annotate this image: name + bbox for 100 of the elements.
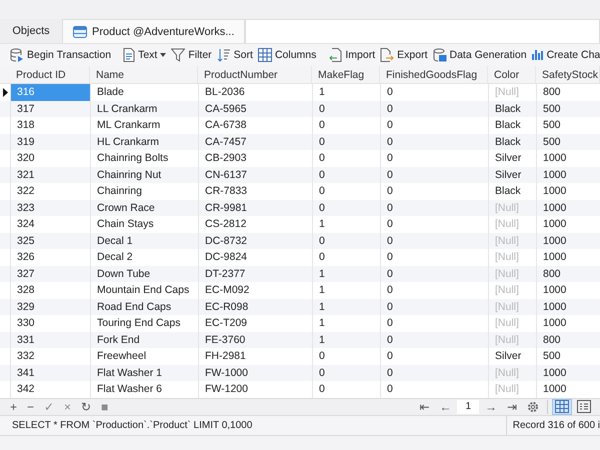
table-cell: 0 (381, 134, 489, 150)
database-icon (10, 48, 24, 62)
table-cell: 500 (537, 100, 600, 117)
toolbar-button[interactable]: Columns (256, 48, 318, 62)
table-cell: 325 (11, 232, 91, 249)
table-cell: 317 (11, 100, 91, 117)
table-cell: 0 (381, 364, 489, 381)
table-cell: 0 (381, 100, 489, 117)
table-cell: [Null] (489, 332, 537, 348)
toolbar-button[interactable]: Create Cha (530, 48, 600, 62)
export-icon (380, 48, 394, 62)
grid-icon (258, 48, 272, 62)
table-cell: 319 (11, 134, 91, 150)
toolbar-button[interactable]: Sort (214, 48, 255, 62)
pager-button[interactable]: ⇥ (503, 400, 521, 414)
table-cell: 1000 (537, 232, 600, 249)
record-button[interactable]: + (6, 400, 22, 414)
table-cell: 1000 (537, 200, 600, 216)
sort-icon (216, 48, 231, 62)
column-header[interactable]: Color (488, 66, 536, 83)
table-cell: CA-7457 (199, 134, 313, 150)
column-header[interactable]: Name (90, 66, 198, 83)
table-cell: 327 (11, 266, 91, 282)
document-icon (123, 48, 136, 62)
table-cell: 0 (313, 134, 381, 150)
table-cell: 316 (11, 84, 91, 100)
table-cell: 0 (313, 166, 381, 183)
table-cell: 0 (381, 200, 489, 216)
table-cell: EC-R098 (199, 298, 313, 315)
table-cell: 1000 (537, 166, 600, 183)
toolbar-button[interactable]: Filter (169, 48, 214, 62)
record-count: Record 316 of 600 i (512, 420, 600, 430)
table-cell: [Null] (489, 364, 537, 381)
table-cell: 1 (313, 332, 381, 348)
tab[interactable]: Objects (0, 19, 63, 43)
column-header[interactable]: MakeFlag (312, 66, 380, 83)
table-cell: 0 (381, 232, 489, 249)
table-cell: DC-8732 (199, 232, 313, 249)
column-header[interactable]: SafetyStock (536, 66, 600, 83)
table-cell: LL Crankarm (91, 100, 199, 117)
table-cell: 341 (11, 364, 91, 381)
column-header[interactable]: FinishedGoodsFlag (380, 66, 488, 83)
table-cell: [Null] (489, 232, 537, 249)
import-icon (328, 48, 342, 62)
settings-icon[interactable] (527, 400, 539, 412)
table-cell: 0 (313, 232, 381, 249)
column-header[interactable]: Product ID (10, 66, 90, 83)
table-cell: 0 (381, 332, 489, 348)
table-cell: HL Crankarm (91, 134, 199, 150)
funnel-icon (171, 48, 186, 62)
table-cell: 0 (381, 298, 489, 315)
table-cell: 1000 (537, 364, 600, 381)
pager-button[interactable]: → (481, 400, 501, 414)
pager-button[interactable]: ⇤ (415, 400, 434, 414)
record-button[interactable]: − (23, 400, 38, 414)
table-cell: 0 (313, 100, 381, 117)
table-cell: CA-5965 (199, 100, 313, 117)
toolbar-button[interactable]: Begin Transaction (8, 48, 114, 62)
form-view-button[interactable] (574, 398, 594, 414)
record-button[interactable]: ↻ (77, 400, 96, 414)
table-cell: Crown Race (91, 200, 199, 216)
table-cell: 0 (313, 200, 381, 216)
toolbar-button[interactable]: Text (121, 48, 168, 62)
pager-button[interactable]: ← (435, 400, 456, 414)
caret-icon (160, 53, 166, 57)
table-cell: CR-9981 (199, 200, 313, 216)
chart-icon (532, 48, 544, 62)
table-cell: 329 (11, 298, 91, 315)
toolbar-button[interactable]: Data Generation (430, 48, 529, 62)
table-cell: 0 (381, 166, 489, 183)
page-field[interactable]: 1 (457, 400, 479, 414)
database-grid-icon (432, 48, 446, 62)
table-cell: 1000 (537, 298, 600, 315)
table-cell: 0 (313, 364, 381, 381)
table-cell: Road End Caps (91, 298, 199, 315)
table-cell: Fork End (91, 332, 199, 348)
table-cell: 1 (313, 266, 381, 282)
table-cell: 1 (313, 298, 381, 315)
column-header[interactable]: ProductNumber (198, 66, 312, 83)
table-cell: Decal 1 (91, 232, 199, 249)
table-cell: 331 (11, 332, 91, 348)
toolbar-button[interactable]: Export (378, 48, 430, 62)
table-cell: FE-3760 (199, 332, 313, 348)
table-cell: Black (489, 100, 537, 117)
table-cell: Black (489, 134, 537, 150)
table-cell: DT-2377 (199, 266, 313, 282)
toolbar-button[interactable]: Import (326, 48, 378, 62)
grid-view-button[interactable] (552, 398, 572, 414)
table-cell: [Null] (489, 200, 537, 216)
table-cell: Down Tube (91, 266, 199, 282)
table-cell: [Null] (489, 298, 537, 315)
table-cell: 0 (381, 266, 489, 282)
table-cell: 800 (537, 332, 600, 348)
table-cell: Silver (489, 166, 537, 183)
row-pointer-icon (2, 88, 8, 97)
table-cell: CN-6137 (199, 166, 313, 183)
table-cell: 323 (11, 200, 91, 216)
table-cell: 321 (11, 166, 91, 183)
tab[interactable]: Product @AdventureWorks... (63, 19, 246, 43)
table-cell: [Null] (489, 266, 537, 282)
